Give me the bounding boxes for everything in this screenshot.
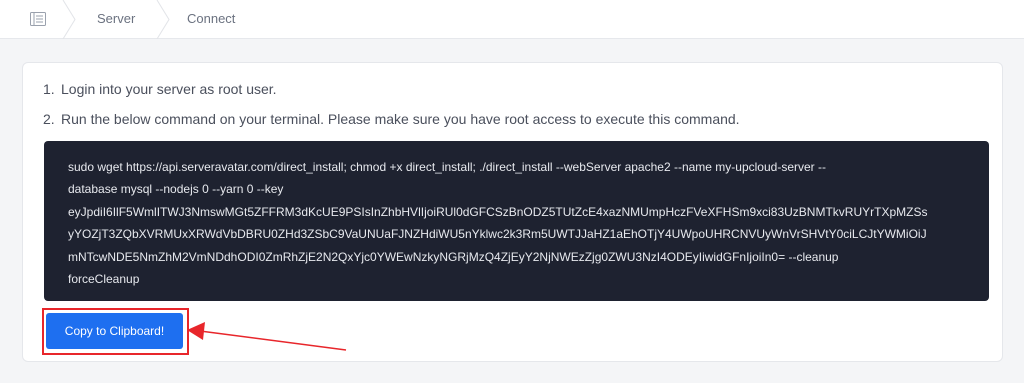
command-line: mNTcwNDE5NmZhM2VmNDdhODI0ZmRhZjE2N2QxYjc…: [68, 249, 839, 264]
instruction-step: 2. Run the below command on your termina…: [43, 111, 740, 133]
command-line: yYOZjT3ZQbXVRMUxXRWdVbDBRU0ZHd3ZSbC9VaUN…: [68, 227, 927, 242]
server-list-icon: [30, 12, 46, 26]
command-line: forceCleanup: [68, 272, 140, 287]
breadcrumb-item-server[interactable]: Server: [97, 11, 135, 26]
install-command-box[interactable]: sudo wget https://api.serveravatar.com/d…: [44, 141, 989, 301]
command-line: sudo wget https://api.serveravatar.com/d…: [68, 160, 826, 174]
step-text: Login into your server as root user.: [61, 81, 277, 97]
step-number: 1.: [43, 81, 55, 97]
instruction-step: 1. Login into your server as root user.: [43, 81, 740, 103]
copy-to-clipboard-button[interactable]: Copy to Clipboard!: [46, 313, 183, 349]
instruction-list: 1. Login into your server as root user. …: [43, 81, 740, 141]
chevron-right-icon: [62, 0, 76, 39]
command-line: eyJpdiI6IlF5WmlITWJ3NmswMGt5ZFFRM3dKcUE9…: [68, 204, 928, 219]
step-text: Run the below command on your terminal. …: [61, 111, 740, 127]
connect-card: 1. Login into your server as root user. …: [22, 62, 1003, 362]
chevron-right-icon: [156, 0, 170, 39]
command-line: database mysql --nodejs 0 --yarn 0 --key: [68, 182, 284, 197]
breadcrumb-item-connect[interactable]: Connect: [187, 11, 235, 26]
step-number: 2.: [43, 111, 55, 127]
breadcrumb-bar: Server Connect: [0, 0, 1024, 39]
